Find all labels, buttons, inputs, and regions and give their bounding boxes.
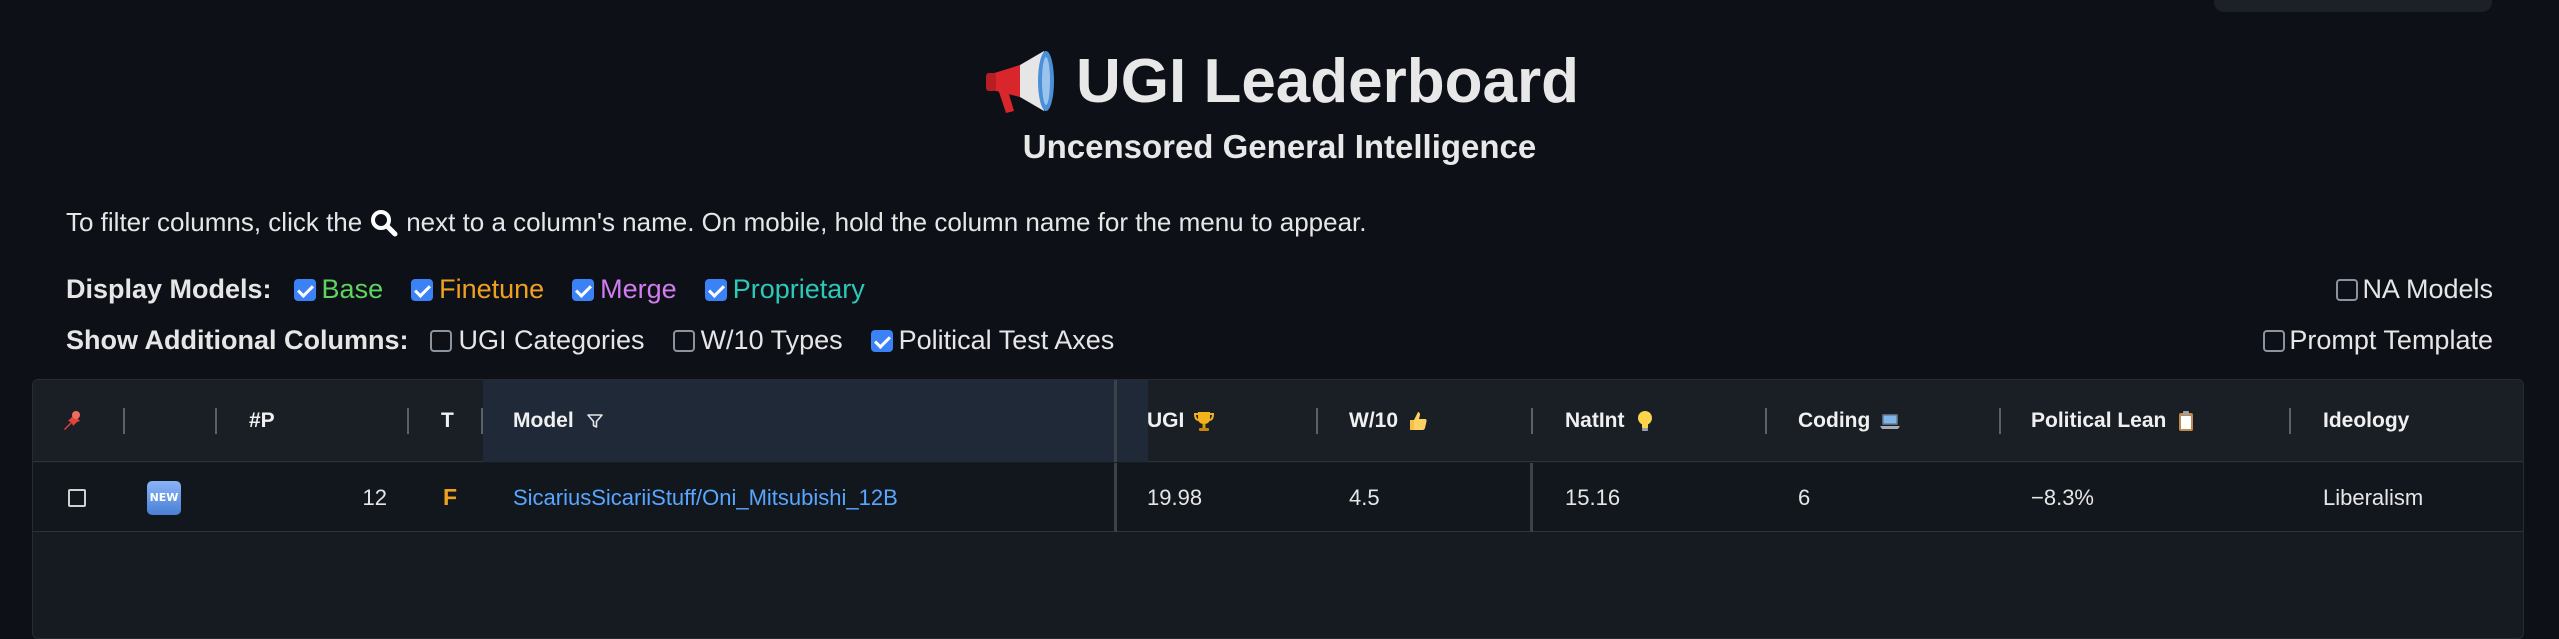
checkbox-label: NA Models [2362, 274, 2493, 304]
badge-cell: NEW [125, 463, 225, 532]
column-separator [1316, 408, 1318, 434]
params-cell: 12 [362, 484, 387, 510]
column-separator [215, 408, 217, 434]
filter-icon[interactable] [586, 412, 604, 430]
checkbox-box[interactable] [672, 329, 695, 352]
checkbox-prompt-template[interactable]: Prompt Template [2263, 325, 2493, 356]
display-models-row: Display Models: Base Finetune Merge Prop… [66, 274, 893, 305]
column-separator [407, 408, 409, 434]
header-coding[interactable]: Coding [1778, 380, 2018, 462]
checkbox-box[interactable] [870, 329, 893, 352]
checkbox-merge[interactable]: Merge [572, 274, 677, 305]
political-lean-header-label: Political Lean [2031, 409, 2167, 432]
checkbox-box[interactable] [411, 278, 434, 301]
political-lean-cell: −8.3% [2031, 484, 2094, 510]
page-title: UGI Leaderboard [980, 42, 1579, 122]
checkbox-label: Political Test Axes [898, 325, 1115, 355]
new-badge-icon: NEW [147, 480, 181, 515]
checkbox-label: Finetune [439, 274, 545, 304]
w10-cell: 4.5 [1349, 484, 1380, 510]
search-icon [371, 209, 398, 236]
pin-icon [64, 411, 80, 430]
header-params[interactable]: #P [227, 380, 427, 462]
additional-columns-row: Show Additional Columns: UGI Categories … [66, 325, 1142, 356]
clipboard-icon [2179, 411, 2194, 431]
additional-columns-label: Show Additional Columns: [66, 325, 409, 355]
checkbox-box[interactable] [572, 278, 595, 301]
page-header: UGI Leaderboard Uncensored General Intel… [0, 42, 2559, 168]
checkbox-label: UGI Categories [458, 325, 645, 355]
model-cell: SicariusSicariiStuff/Oni_Mitsubishi_12B [483, 463, 1113, 532]
checkbox-base[interactable]: Base [293, 274, 384, 305]
column-separator [1531, 408, 1533, 434]
ugi-cell: 19.98 [1147, 484, 1203, 510]
column-separator [2289, 408, 2291, 434]
w10-header-label: W/10 [1349, 409, 1399, 432]
table-row[interactable]: NEW 12 F SicariusSicariiStuff/Oni_Mitsub… [33, 463, 2523, 532]
leaderboard-table: #P T Model UGI W/10 NatInt Coding Politi… [32, 379, 2524, 639]
pin-checkbox[interactable] [68, 488, 86, 507]
checkbox-label: Proprietary [732, 274, 865, 304]
header-w10[interactable]: W/10 [1329, 380, 1549, 462]
header-ideology[interactable]: Ideology [2303, 380, 2523, 462]
header-natint[interactable]: NatInt [1545, 380, 1785, 462]
instructions-after: next to a column's name. On mobile, hold… [406, 207, 1367, 237]
megaphone-icon [986, 51, 1054, 113]
column-separator [1999, 408, 2001, 434]
checkbox-box[interactable] [430, 329, 453, 352]
checkbox-label: Prompt Template [2289, 325, 2493, 355]
ideology-cell: Liberalism [2323, 484, 2424, 510]
coding-header-label: Coding [1798, 409, 1871, 432]
laptop-icon [1880, 414, 1901, 429]
column-separator [1765, 408, 1767, 434]
checkbox-box[interactable] [2263, 329, 2286, 352]
checkbox-ugi-categories[interactable]: UGI Categories [430, 325, 645, 356]
natint-header-label: NatInt [1565, 409, 1625, 432]
trophy-icon [1194, 412, 1215, 431]
type-cell: F [419, 463, 489, 532]
checkbox-label: Merge [600, 274, 677, 304]
checkbox-box[interactable] [2336, 278, 2359, 301]
checkbox-box[interactable] [704, 278, 727, 301]
model-link[interactable]: SicariusSicariiStuff/Oni_Mitsubishi_12B [513, 485, 898, 511]
checkbox-label: W/10 Types [700, 325, 843, 355]
display-models-label: Display Models: [66, 274, 272, 304]
checkbox-political-test-axes[interactable]: Political Test Axes [870, 325, 1115, 356]
type-badge: F [443, 484, 458, 510]
filter-instructions: To filter columns, click the next to a c… [66, 207, 1367, 238]
column-divider [1530, 463, 1533, 532]
header-ugi[interactable]: UGI [1117, 380, 1317, 462]
pin-cell[interactable] [33, 463, 123, 532]
title-text: UGI Leaderboard [1076, 47, 1579, 116]
checkbox-na-models[interactable]: NA Models [2336, 274, 2493, 305]
header-political-lean[interactable]: Political Lean [2011, 380, 2301, 462]
instructions-before: To filter columns, click the [66, 207, 363, 237]
lightbulb-icon [1637, 411, 1652, 431]
top-tab[interactable] [2214, 0, 2492, 12]
model-header-label: Model [513, 409, 574, 432]
checkbox-box[interactable] [293, 278, 316, 301]
header-model[interactable]: Model [483, 380, 1148, 462]
checkbox-proprietary[interactable]: Proprietary [704, 274, 865, 305]
table-header-row: #P T Model UGI W/10 NatInt Coding Politi… [33, 380, 2523, 462]
checkbox-finetune[interactable]: Finetune [411, 274, 544, 305]
thumbs-up-icon [1410, 412, 1427, 430]
checkbox-w10-types[interactable]: W/10 Types [672, 325, 843, 356]
page-subtitle: Uncensored General Intelligence [1022, 128, 1537, 165]
natint-cell: 15.16 [1565, 484, 1621, 510]
checkbox-label: Base [321, 274, 384, 304]
ugi-header-label: UGI [1147, 409, 1185, 432]
header-pin[interactable] [33, 380, 123, 462]
coding-cell: 6 [1798, 484, 1811, 510]
